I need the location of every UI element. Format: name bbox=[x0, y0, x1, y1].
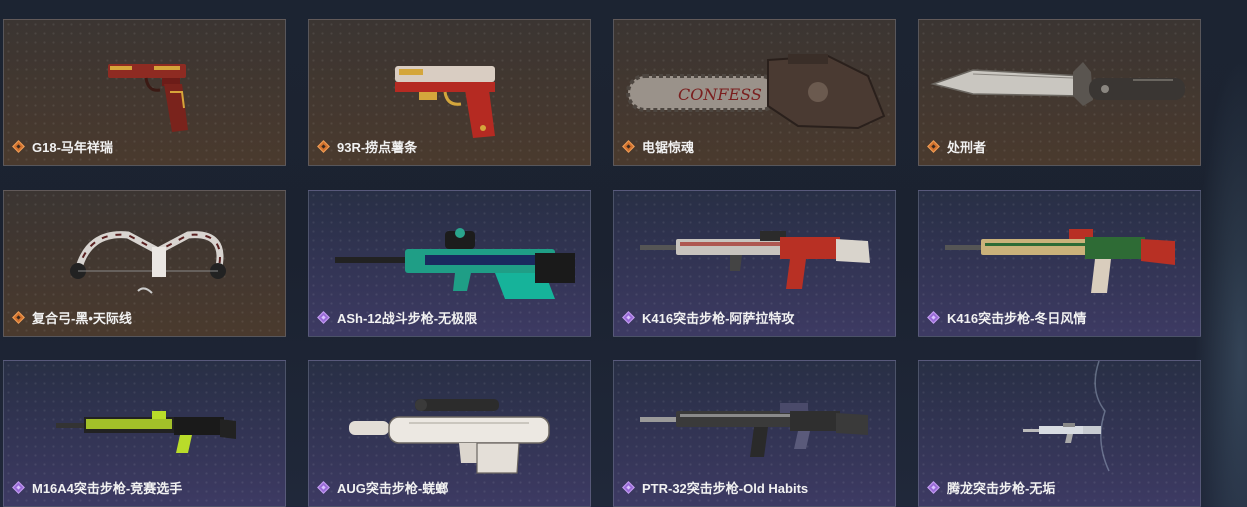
weapon-card-label: 复合弓-黑•天际线 bbox=[12, 308, 132, 327]
rarity-diamond-icon bbox=[622, 311, 635, 324]
weapon-name: G18-马年祥瑞 bbox=[32, 140, 113, 155]
rifle-icon bbox=[640, 231, 870, 289]
weapon-card-label: K416突击步枪-阿萨拉特攻 bbox=[622, 308, 794, 327]
rifle-icon bbox=[945, 229, 1175, 293]
weapon-name: AUG突击步枪-蜣螂 bbox=[337, 481, 449, 496]
chainsaw-icon: CONFESS bbox=[626, 54, 886, 130]
weapon-card-tenglong[interactable]: 腾龙突击步枪-无垢 bbox=[918, 360, 1201, 507]
weapon-card-label: G18-马年祥瑞 bbox=[12, 137, 113, 156]
rarity-diamond-icon bbox=[317, 140, 330, 153]
weapon-card-label: K416突击步枪-冬日风情 bbox=[927, 308, 1086, 327]
weapon-card-label: 电锯惊魂 bbox=[622, 137, 694, 156]
weapon-card-label: ASh-12战斗步枪-无极限 bbox=[317, 308, 477, 327]
weapon-card-executioner[interactable]: 处刑者 bbox=[918, 19, 1201, 166]
rarity-diamond-icon bbox=[317, 481, 330, 494]
rarity-diamond-icon bbox=[622, 140, 635, 153]
pistol-icon bbox=[108, 64, 188, 132]
weapon-name: 腾龙突击步枪-无垢 bbox=[947, 481, 1056, 496]
weapon-card-g18[interactable]: G18-马年祥瑞 bbox=[3, 19, 286, 166]
weapon-card-93r[interactable]: 93R-捞点薯条 bbox=[308, 19, 591, 166]
rarity-diamond-icon bbox=[12, 140, 25, 153]
weapon-name: ASh-12战斗步枪-无极限 bbox=[337, 311, 478, 326]
weapon-card-label: M16A4突击步枪-竞赛选手 bbox=[12, 478, 182, 497]
rarity-diamond-icon bbox=[12, 481, 25, 494]
knife-icon bbox=[930, 62, 1185, 106]
weapon-name: 93R-捞点薯条 bbox=[337, 140, 418, 155]
rarity-diamond-icon bbox=[927, 481, 940, 494]
rifle-icon bbox=[1023, 361, 1110, 472]
weapon-card-ptr32[interactable]: PTR-32突击步枪-Old Habits bbox=[613, 360, 896, 507]
weapon-card-m16a4[interactable]: M16A4突击步枪-竞赛选手 bbox=[3, 360, 286, 507]
weapon-name: 处刑者 bbox=[947, 140, 987, 155]
weapon-name: PTR-32突击步枪-Old Habits bbox=[642, 481, 809, 496]
rarity-diamond-icon bbox=[622, 481, 635, 494]
weapon-card-label: 腾龙突击步枪-无垢 bbox=[927, 478, 1055, 497]
weapon-name: 复合弓-黑•天际线 bbox=[32, 311, 132, 326]
bullpup-rifle-icon bbox=[349, 399, 550, 474]
weapon-card-label: 93R-捞点薯条 bbox=[317, 137, 417, 156]
pistol-icon bbox=[395, 66, 495, 138]
rifle-icon bbox=[56, 411, 236, 453]
weapon-name: 电锯惊魂 bbox=[642, 140, 695, 155]
rarity-diamond-icon bbox=[317, 311, 330, 324]
rarity-diamond-icon bbox=[927, 140, 940, 153]
weapon-card-aug[interactable]: AUG突击步枪-蜣螂 bbox=[308, 360, 591, 507]
weapon-card-label: PTR-32突击步枪-Old Habits bbox=[622, 478, 808, 497]
svg-text:CONFESS: CONFESS bbox=[678, 85, 762, 104]
weapon-name: M16A4突击步枪-竞赛选手 bbox=[32, 481, 183, 496]
weapon-name: K416突击步枪-冬日风情 bbox=[947, 311, 1087, 326]
rifle-icon bbox=[640, 403, 868, 457]
rifle-icon bbox=[335, 228, 575, 299]
weapon-name: K416突击步枪-阿萨拉特攻 bbox=[642, 311, 795, 326]
rarity-diamond-icon bbox=[12, 311, 25, 324]
rarity-diamond-icon bbox=[927, 311, 940, 324]
weapon-card-k416-asara[interactable]: K416突击步枪-阿萨拉特攻 bbox=[613, 190, 896, 337]
weapon-card-label: 处刑者 bbox=[927, 137, 986, 156]
weapon-card-k416-winter[interactable]: K416突击步枪-冬日风情 bbox=[918, 190, 1201, 337]
weapon-card-compound-bow[interactable]: 复合弓-黑•天际线 bbox=[3, 190, 286, 337]
weapon-card-label: AUG突击步枪-蜣螂 bbox=[317, 478, 448, 497]
weapon-card-chainsaw[interactable]: CONFESS 电锯惊魂 bbox=[613, 19, 896, 166]
weapon-card-ash12[interactable]: ASh-12战斗步枪-无极限 bbox=[308, 190, 591, 337]
compound-bow-icon bbox=[70, 231, 226, 294]
